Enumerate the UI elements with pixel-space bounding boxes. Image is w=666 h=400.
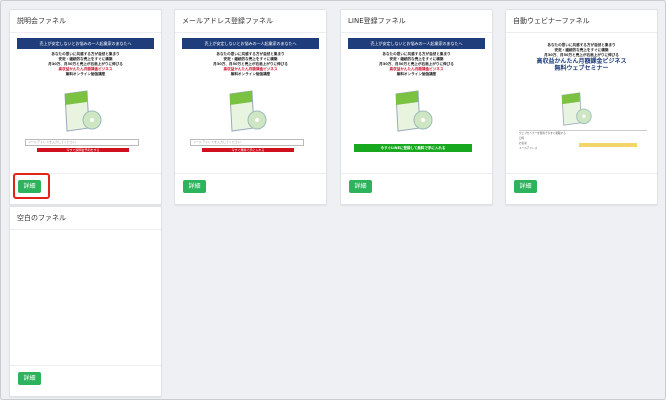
email-field: メールアドレスを入力してください bbox=[190, 139, 304, 146]
card-footer: 詳細 bbox=[10, 173, 161, 204]
card-title: メールアドレス登録ファネル bbox=[175, 10, 326, 33]
webinar-form: ウェブセミナーを無料で今すぐ視聴する 日時 お名前 メールアドレス bbox=[519, 130, 647, 166]
funnel-thumbnail: 売上が安定しないとお悩みの一人起業家のあなたへ あなたの思いに共感する方が自然と… bbox=[348, 38, 485, 166]
thumbnail-banner: 売上が安定しないとお悩みの一人起業家のあなたへ bbox=[17, 38, 154, 49]
card-title: 自動ウェビナーファネル bbox=[506, 10, 657, 33]
card-title: 説明会ファネル bbox=[10, 10, 161, 33]
book-image-icon bbox=[229, 90, 267, 132]
thumb-line: 無料オンライン勉強講座 bbox=[230, 72, 271, 76]
thumb-line: 無料オンライン勉強講座 bbox=[65, 72, 106, 76]
card-title: LINE登録ファネル bbox=[341, 10, 492, 33]
line-cta-button: 今すぐLINEに登録して無料で手に入れる bbox=[354, 144, 472, 152]
card-footer: 詳細 bbox=[341, 173, 492, 204]
funnel-card-briefing: 説明会ファネル 売上が安定しないとお悩みの一人起業家のあなたへ あなたの思いに共… bbox=[9, 9, 162, 205]
book-image-icon bbox=[395, 90, 433, 132]
webinar-headline: 高収益かんたん月額課金ビジネス bbox=[536, 58, 627, 65]
book-image-icon bbox=[561, 92, 592, 126]
card-title: 空白のファネル bbox=[10, 207, 161, 230]
details-button[interactable]: 詳細 bbox=[18, 180, 41, 193]
funnel-thumbnail: 売上が安定しないとお悩みの一人起業家のあなたへ あなたの思いに共感する方が自然と… bbox=[182, 38, 319, 166]
funnel-card-webinar: 自動ウェビナーファネル あなたの思いに共感する方が自然と集まり 安定・継続的な売… bbox=[505, 9, 658, 205]
card-footer: 詳細 bbox=[506, 173, 657, 204]
details-button[interactable]: 詳細 bbox=[18, 372, 41, 385]
card-footer: 詳細 bbox=[175, 173, 326, 204]
card-footer: 詳細 bbox=[10, 365, 161, 396]
thumbnail-banner: 売上が安定しないとお悩みの一人起業家のあなたへ bbox=[182, 38, 319, 49]
cta-button: 今すぐ説明会予約をする bbox=[37, 148, 129, 152]
cta-button: 今すぐ無料で手に入れる bbox=[202, 148, 294, 152]
details-button[interactable]: 詳細 bbox=[514, 180, 537, 193]
funnel-thumbnail: あなたの思いに共感する方が自然と集まり 安定・継続的な売上をすぐに構築 月30万… bbox=[513, 38, 650, 166]
webinar-headline: 無料ウェブセミナー bbox=[554, 65, 609, 72]
book-image-icon bbox=[64, 90, 102, 132]
details-button[interactable]: 詳細 bbox=[183, 180, 206, 193]
funnel-thumbnail: 売上が安定しないとお悩みの一人起業家のあなたへ あなたの思いに共感する方が自然と… bbox=[17, 38, 154, 166]
card-preview[interactable] bbox=[10, 230, 161, 365]
funnel-card-blank: 空白のファネル 詳細 bbox=[9, 206, 162, 397]
webinar-submit-bar bbox=[579, 143, 637, 147]
thumb-line: 無料オンライン勉強講座 bbox=[396, 72, 437, 76]
funnel-card-line: LINE登録ファネル 売上が安定しないとお悩みの一人起業家のあなたへ あなたの思… bbox=[340, 9, 493, 205]
details-button[interactable]: 詳細 bbox=[349, 180, 372, 193]
card-preview[interactable]: あなたの思いに共感する方が自然と集まり 安定・継続的な売上をすぐに構築 月30万… bbox=[506, 33, 657, 173]
card-preview[interactable]: 売上が安定しないとお悩みの一人起業家のあなたへ あなたの思いに共感する方が自然と… bbox=[10, 33, 161, 173]
funnel-card-email: メールアドレス登録ファネル 売上が安定しないとお悩みの一人起業家のあなたへ あな… bbox=[174, 9, 327, 205]
card-preview[interactable]: 売上が安定しないとお悩みの一人起業家のあなたへ あなたの思いに共感する方が自然と… bbox=[175, 33, 326, 173]
thumbnail-banner: 売上が安定しないとお悩みの一人起業家のあなたへ bbox=[348, 38, 485, 49]
email-field: メールアドレスを入力してください bbox=[25, 139, 139, 146]
card-preview[interactable]: 売上が安定しないとお悩みの一人起業家のあなたへ あなたの思いに共感する方が自然と… bbox=[341, 33, 492, 173]
